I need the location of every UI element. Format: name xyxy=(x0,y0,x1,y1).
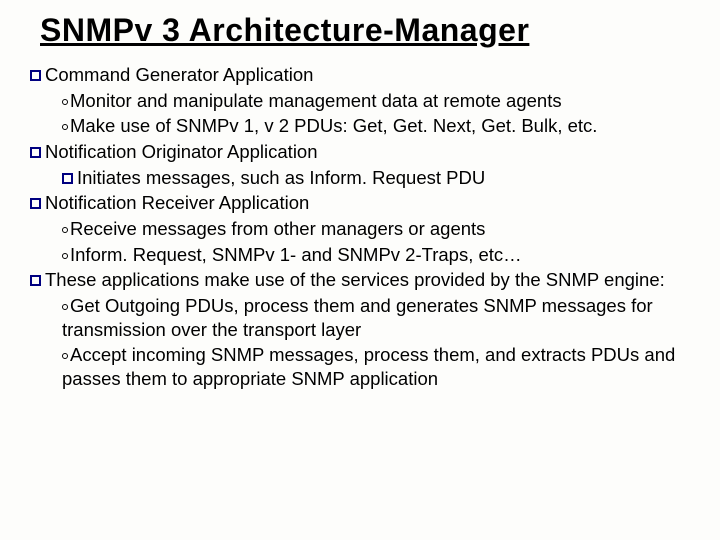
list-item: Accept incoming SNMP messages, process t… xyxy=(62,343,690,390)
list-item: Monitor and manipulate management data a… xyxy=(62,89,690,113)
square-bullet-icon xyxy=(30,191,41,215)
item-text: Get Outgoing PDUs, process them and gene… xyxy=(62,295,653,340)
circle-bullet-icon xyxy=(62,351,68,364)
item-text: Initiates messages, such as Inform. Requ… xyxy=(77,167,485,188)
circle-bullet-icon xyxy=(62,122,68,135)
square-bullet-icon xyxy=(30,268,41,292)
item-text: These applications make use of the servi… xyxy=(45,269,665,290)
circle-bullet-icon xyxy=(62,251,68,264)
circle-bullet-icon xyxy=(62,225,68,238)
item-text: Accept incoming SNMP messages, process t… xyxy=(62,344,675,389)
circle-bullet-icon xyxy=(62,302,68,315)
item-text: Notification Receiver Application xyxy=(45,192,309,213)
page-title: SNMPv 3 Architecture-Manager xyxy=(40,12,690,49)
square-bullet-icon xyxy=(30,63,41,87)
item-text: Receive messages from other managers or … xyxy=(70,218,485,239)
circle-bullet-icon xyxy=(62,97,68,110)
list-item: Initiates messages, such as Inform. Requ… xyxy=(62,166,690,190)
list-item: Inform. Request, SNMPv 1- and SNMPv 2-Tr… xyxy=(62,243,690,267)
slide-content: Command Generator Application Monitor an… xyxy=(30,63,690,391)
square-bullet-icon xyxy=(30,140,41,164)
item-text: Inform. Request, SNMPv 1- and SNMPv 2-Tr… xyxy=(70,244,522,265)
item-text: Command Generator Application xyxy=(45,64,313,85)
item-text: Notification Originator Application xyxy=(45,141,318,162)
item-text: Monitor and manipulate management data a… xyxy=(70,90,562,111)
square-bullet-icon xyxy=(62,166,73,190)
list-item: Make use of SNMPv 1, v 2 PDUs: Get, Get.… xyxy=(62,114,690,138)
list-item: Command Generator Application xyxy=(30,63,690,87)
list-item: Notification Originator Application xyxy=(30,140,690,164)
item-text: Make use of SNMPv 1, v 2 PDUs: Get, Get.… xyxy=(70,115,597,136)
slide: SNMPv 3 Architecture-Manager Command Gen… xyxy=(0,0,720,540)
list-item: Get Outgoing PDUs, process them and gene… xyxy=(62,294,690,341)
list-item: Notification Receiver Application xyxy=(30,191,690,215)
list-item: Receive messages from other managers or … xyxy=(62,217,690,241)
list-item: These applications make use of the servi… xyxy=(30,268,690,292)
